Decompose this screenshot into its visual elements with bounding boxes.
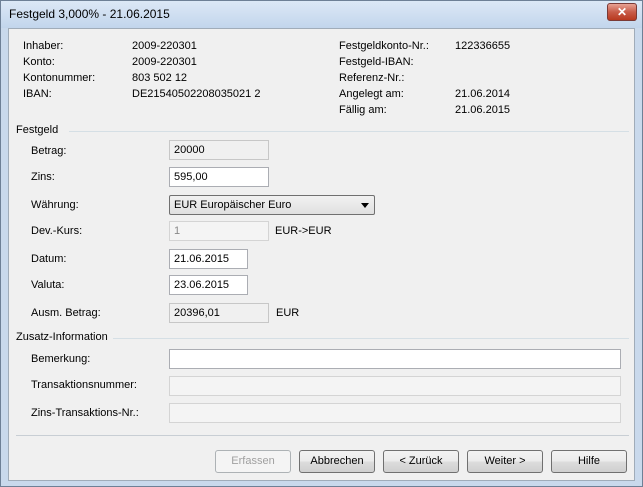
waehrung-label: Währung: — [31, 199, 79, 211]
transaktionsnummer-input — [169, 376, 621, 396]
dialog-window: Festgeld 3,000% - 21.06.2015 ✕ Inhaber: … — [0, 0, 643, 487]
abbrechen-button[interactable]: Abbrechen — [299, 450, 375, 473]
angelegt-label: Angelegt am: — [339, 88, 404, 100]
festgeldkonto-value: 122336655 — [455, 40, 511, 52]
festgeld-group-label: Festgeld — [16, 124, 59, 136]
zins-transaktion-input — [169, 403, 621, 423]
konto-value: 2009-220301 — [132, 56, 197, 68]
devkurs-input: 1 — [169, 221, 269, 241]
datum-label: Datum: — [31, 253, 67, 265]
zusatz-group-label: Zusatz-Information — [16, 331, 108, 343]
dialog-body: Inhaber: 2009-220301 Konto: 2009-220301 … — [8, 28, 635, 481]
zusatz-group-divider — [113, 338, 629, 339]
faellig-value: 21.06.2015 — [455, 104, 511, 116]
angelegt-value: 21.06.2014 — [455, 88, 511, 100]
inhaber-label: Inhaber: — [23, 40, 64, 52]
zins-transaktion-label: Zins-Transaktions-Nr.: — [31, 407, 139, 419]
ausm-betrag-unit: EUR — [276, 307, 300, 319]
weiter-button[interactable]: Weiter > — [467, 450, 543, 473]
button-bar-divider — [16, 435, 629, 436]
iban-label: IBAN: — [23, 88, 52, 100]
devkurs-label: Dev.-Kurs: — [31, 225, 83, 237]
festgeld-iban-label: Festgeld-IBAN: — [339, 56, 414, 68]
kontonummer-label: Kontonummer: — [23, 72, 96, 84]
iban-value: DE21540502208035021 2 — [132, 88, 261, 100]
ausm-betrag-label: Ausm. Betrag: — [31, 307, 101, 319]
hilfe-button[interactable]: Hilfe — [551, 450, 627, 473]
title-bar[interactable]: Festgeld 3,000% - 21.06.2015 ✕ — [1, 1, 642, 28]
festgeldkonto-label: Festgeldkonto-Nr.: — [339, 40, 429, 52]
close-button[interactable]: ✕ — [607, 3, 637, 21]
erfassen-button[interactable]: Erfassen — [215, 450, 291, 473]
bemerkung-input[interactable] — [169, 349, 621, 369]
bemerkung-label: Bemerkung: — [31, 353, 91, 365]
betrag-label: Betrag: — [31, 145, 67, 157]
waehrung-selected-value: EUR Europäischer Euro — [174, 199, 292, 211]
referenz-label: Referenz-Nr.: — [339, 72, 405, 84]
zins-input[interactable]: 595,00 — [169, 167, 269, 187]
close-icon: ✕ — [616, 5, 628, 19]
transaktionsnummer-label: Transaktionsnummer: — [31, 379, 137, 391]
window-title: Festgeld 3,000% - 21.06.2015 — [9, 7, 170, 21]
valuta-input[interactable]: 23.06.2015 — [169, 275, 248, 295]
kontonummer-value: 803 502 12 — [132, 72, 188, 84]
festgeld-group-divider — [69, 131, 629, 132]
ausm-betrag-field: 20396,01 — [169, 303, 269, 323]
betrag-field: 20000 — [169, 140, 269, 160]
waehrung-select[interactable]: EUR Europäischer Euro — [169, 195, 375, 215]
konto-label: Konto: — [23, 56, 55, 68]
valuta-label: Valuta: — [31, 279, 65, 291]
inhaber-value: 2009-220301 — [132, 40, 197, 52]
datum-input[interactable]: 21.06.2015 — [169, 249, 248, 269]
devkurs-unit: EUR->EUR — [275, 225, 332, 237]
zurueck-button[interactable]: < Zurück — [383, 450, 459, 473]
faellig-label: Fällig am: — [339, 104, 387, 116]
chevron-down-icon — [361, 203, 369, 208]
zins-label: Zins: — [31, 171, 55, 183]
